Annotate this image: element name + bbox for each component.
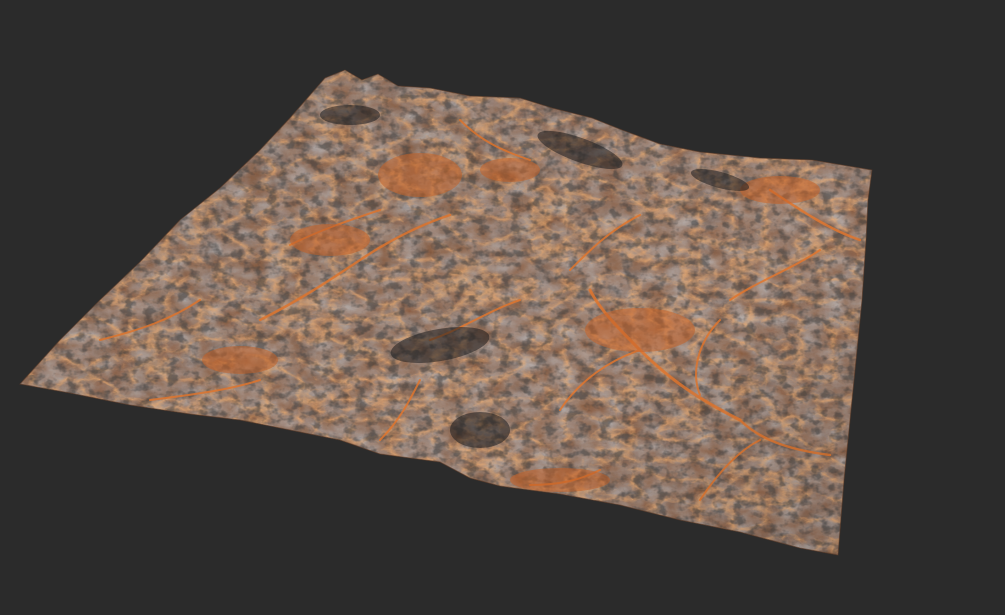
terrain-surface (20, 70, 872, 555)
3d-viewport[interactable] (0, 0, 1005, 615)
terrain-render[interactable] (0, 0, 1005, 615)
terrain-lighting (20, 70, 872, 555)
